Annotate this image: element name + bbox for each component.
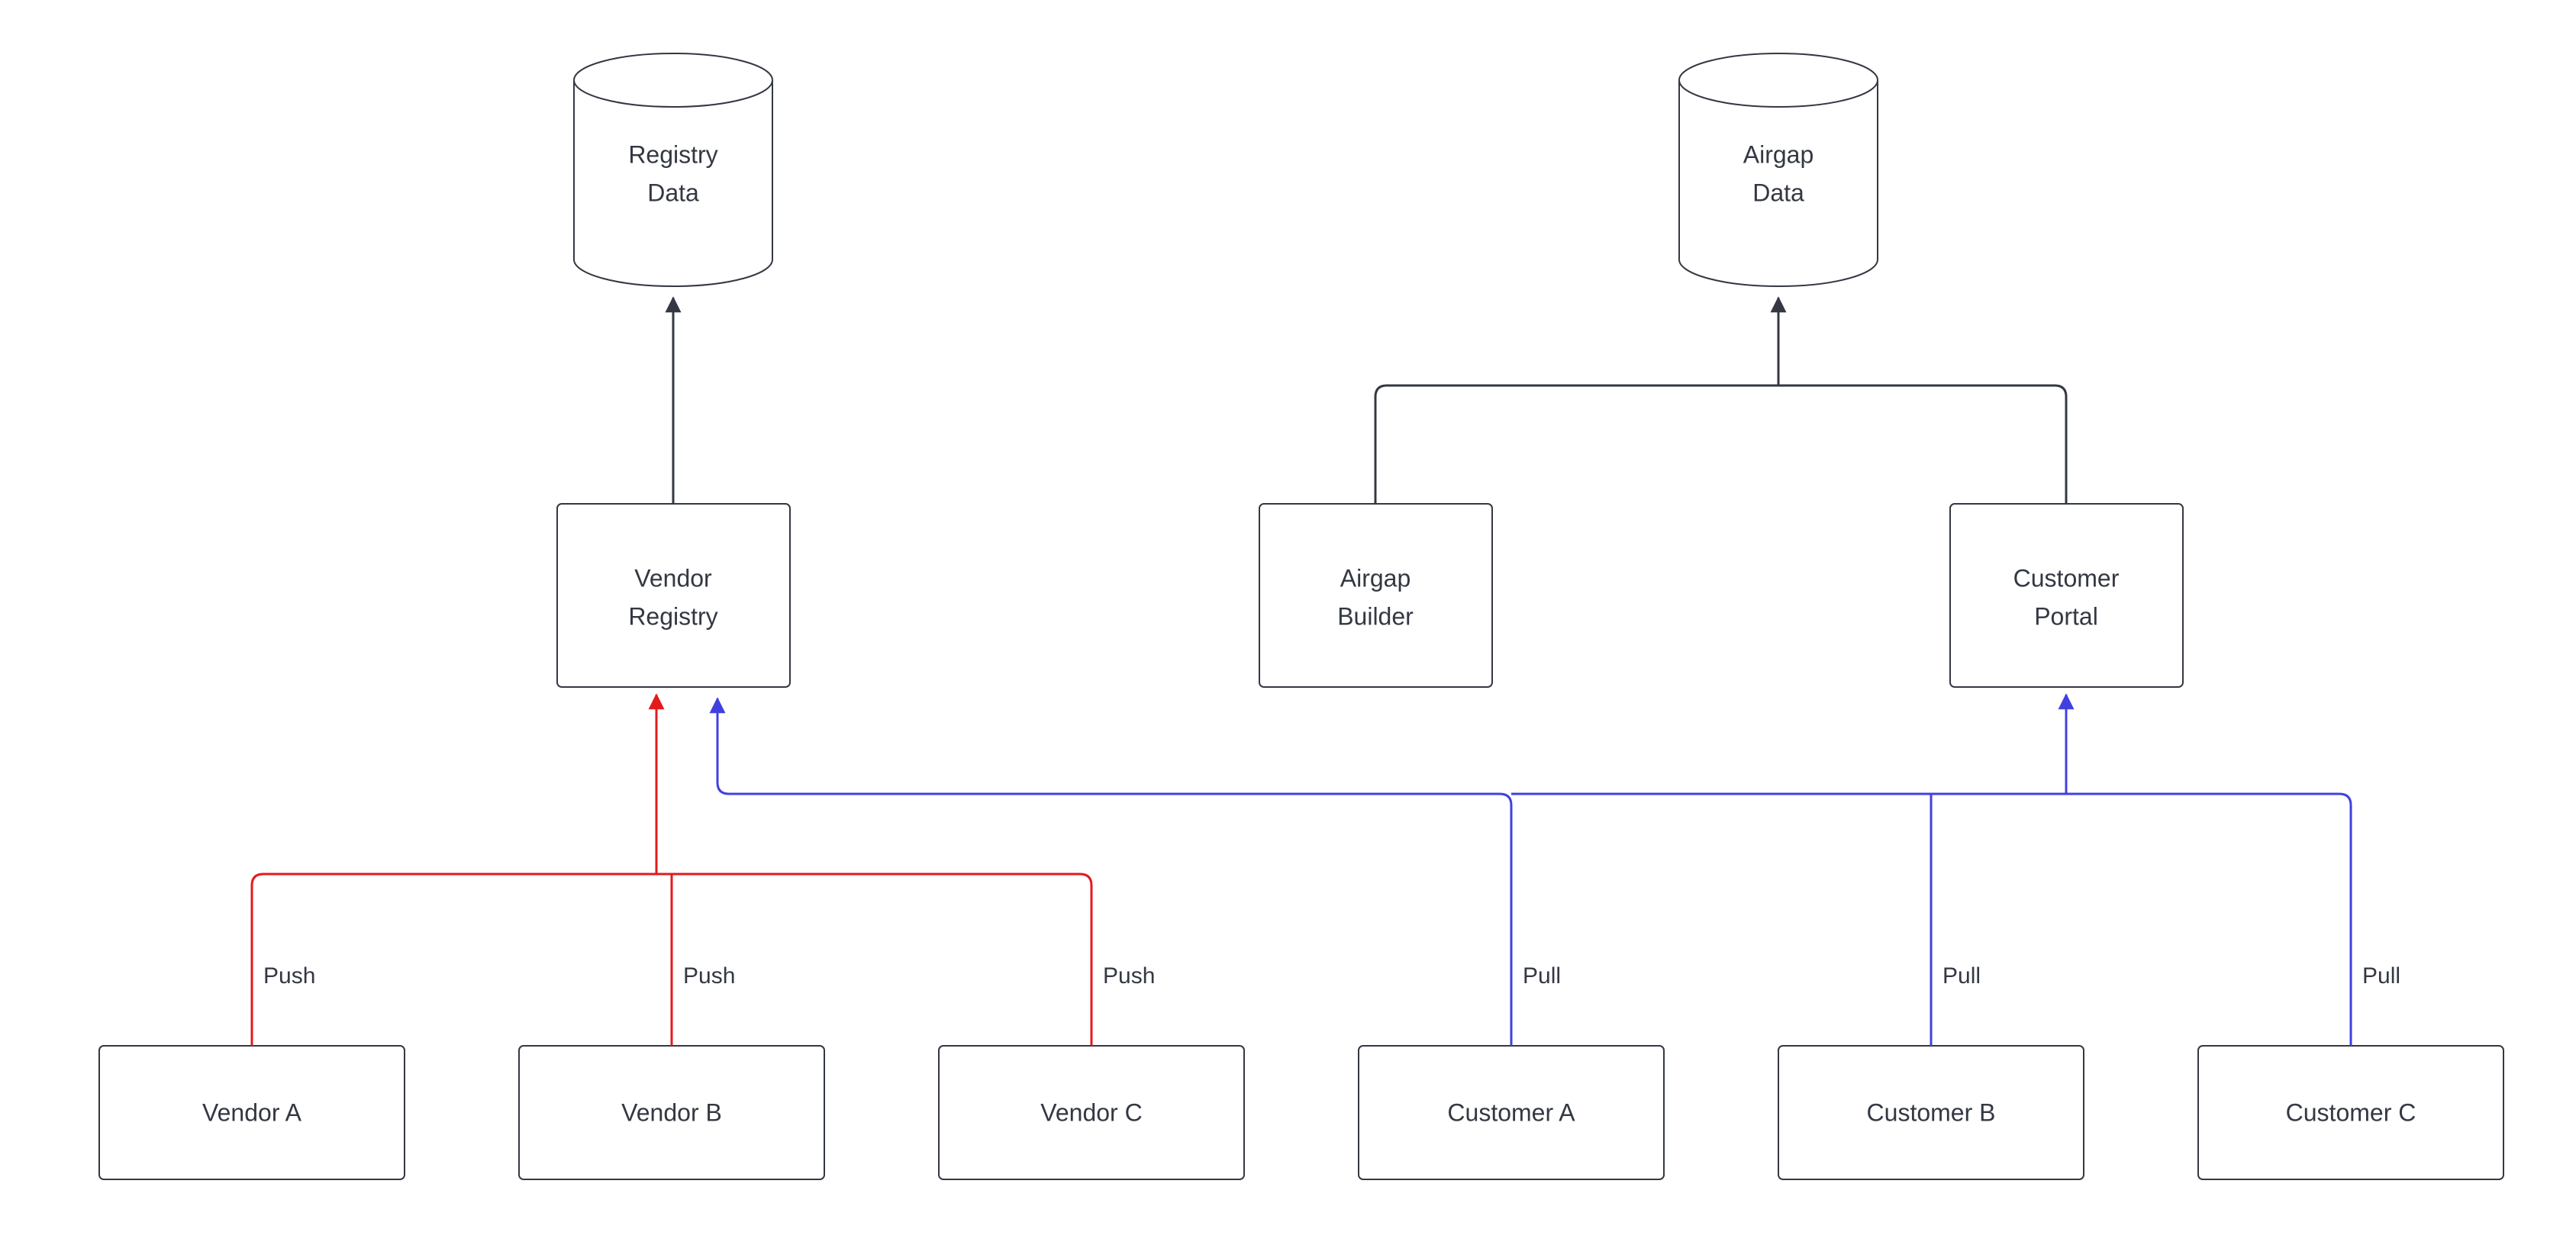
vendor-registry-label-2: Registry <box>628 602 717 630</box>
node-customer-b: Customer B <box>1778 1046 2084 1179</box>
customer-portal-label-2: Portal <box>2034 602 2098 630</box>
node-customer-a: Customer A <box>1359 1046 1664 1179</box>
vendor-registry-label-1: Vendor <box>634 564 712 592</box>
customer-a-label: Customer A <box>1447 1098 1575 1126</box>
push-b-label: Push <box>683 963 735 989</box>
vendor-c-label: Vendor C <box>1040 1098 1142 1126</box>
vendor-b-label: Vendor B <box>621 1098 722 1126</box>
airgap-data-label-2: Data <box>1752 179 1804 206</box>
registry-data-label-2: Data <box>647 179 699 206</box>
node-airgap-data: Airgap Data <box>1679 53 1878 286</box>
push-c-label: Push <box>1103 963 1155 989</box>
node-airgap-builder: Airgap Builder <box>1259 504 1492 687</box>
customer-portal-label-1: Customer <box>2013 564 2120 592</box>
node-vendor-registry: Vendor Registry <box>557 504 790 687</box>
airgap-builder-label-2: Builder <box>1337 602 1414 630</box>
architecture-diagram: Registry Data Airgap Data Vendor Registr… <box>0 0 2576 1258</box>
node-vendor-c: Vendor C <box>939 1046 1244 1179</box>
node-vendor-a: Vendor A <box>99 1046 405 1179</box>
pull-a-label: Pull <box>1523 963 1561 989</box>
registry-data-label-1: Registry <box>628 140 717 168</box>
vendor-a-label: Vendor A <box>202 1098 302 1126</box>
airgap-builder-label-1: Airgap <box>1340 564 1411 592</box>
node-customer-c: Customer C <box>2198 1046 2503 1179</box>
edge-pull-to-vendor-registry <box>717 698 1511 1046</box>
node-vendor-b: Vendor B <box>519 1046 824 1179</box>
pull-b-label: Pull <box>1942 963 1981 989</box>
push-a-label: Push <box>263 963 315 989</box>
pull-c-label: Pull <box>2362 963 2400 989</box>
airgap-data-label-1: Airgap <box>1743 140 1814 168</box>
customer-b-label: Customer B <box>1867 1098 1996 1126</box>
edge-builder-portal-horizontal <box>1375 385 2066 504</box>
node-registry-data: Registry Data <box>574 53 772 286</box>
customer-c-label: Customer C <box>2286 1098 2416 1126</box>
node-customer-portal: Customer Portal <box>1950 504 2183 687</box>
